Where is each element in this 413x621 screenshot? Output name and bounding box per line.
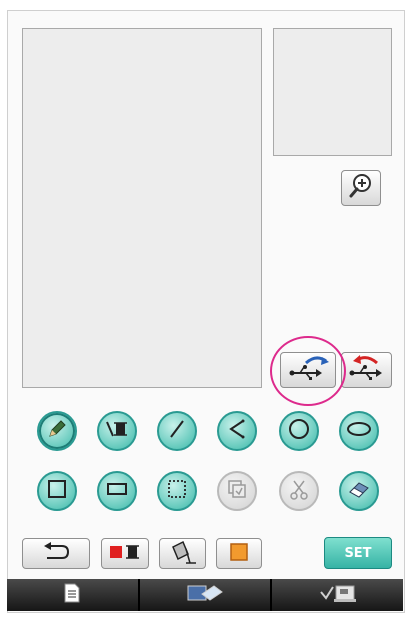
line-type-button[interactable] bbox=[97, 411, 137, 451]
set-button[interactable]: SET bbox=[324, 537, 392, 569]
square-icon bbox=[46, 478, 68, 504]
sewing-machine-icon bbox=[318, 582, 358, 608]
fill-color-icon bbox=[228, 541, 250, 567]
polyline-button[interactable] bbox=[217, 411, 257, 451]
line-type-icon bbox=[104, 419, 130, 443]
fill-bucket-button[interactable] bbox=[159, 538, 206, 569]
ellipse-button[interactable] bbox=[339, 411, 379, 451]
pencil-icon bbox=[46, 418, 68, 444]
bottom-navbar bbox=[7, 579, 404, 611]
highlight-circle bbox=[270, 336, 346, 406]
drawing-canvas[interactable] bbox=[22, 28, 262, 388]
page-view-button[interactable] bbox=[7, 579, 138, 611]
undo-button[interactable] bbox=[22, 538, 90, 569]
stamp-icon bbox=[225, 477, 249, 505]
scissors-icon bbox=[287, 477, 311, 505]
ellipse-icon bbox=[346, 420, 372, 442]
usb-load-icon bbox=[347, 353, 387, 387]
usb-load-button[interactable] bbox=[341, 352, 392, 388]
fill-color-button[interactable] bbox=[216, 538, 262, 569]
preview-window bbox=[273, 28, 392, 156]
image-to-stitch-icon bbox=[186, 582, 224, 608]
stamp-button[interactable] bbox=[217, 471, 257, 511]
zoom-button[interactable] bbox=[341, 170, 381, 206]
line-color-icon bbox=[108, 543, 142, 565]
zoom-in-icon bbox=[347, 172, 375, 204]
polyline-icon bbox=[226, 418, 248, 444]
undo-icon bbox=[41, 541, 71, 566]
circle-icon bbox=[287, 417, 311, 445]
selection-icon bbox=[166, 478, 188, 504]
image-to-stitch-button[interactable] bbox=[139, 579, 271, 611]
eraser-button[interactable] bbox=[339, 471, 379, 511]
rectangle-button[interactable] bbox=[97, 471, 137, 511]
eraser-icon bbox=[346, 478, 372, 504]
cut-button[interactable] bbox=[279, 471, 319, 511]
rectangle-icon bbox=[105, 480, 129, 502]
document-icon bbox=[64, 583, 80, 607]
straight-line-button[interactable] bbox=[157, 411, 197, 451]
selection-button[interactable] bbox=[157, 471, 197, 511]
pencil-tool-button[interactable] bbox=[37, 411, 77, 451]
straight-line-icon bbox=[166, 418, 188, 444]
square-button[interactable] bbox=[37, 471, 77, 511]
fill-bucket-icon bbox=[168, 539, 198, 569]
line-color-button[interactable] bbox=[101, 538, 149, 569]
circle-button[interactable] bbox=[279, 411, 319, 451]
embroidery-machine-button[interactable] bbox=[272, 579, 404, 611]
